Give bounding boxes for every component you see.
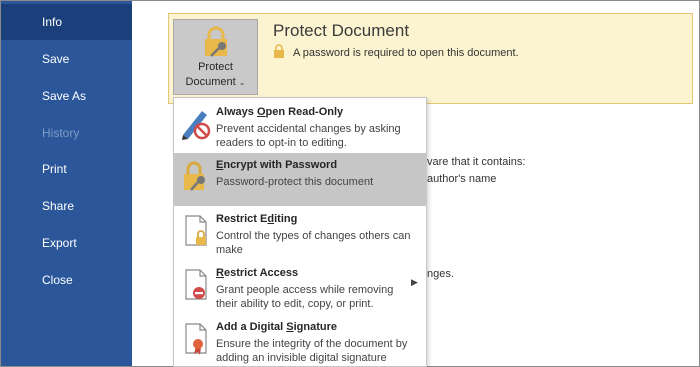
background-text-3: nges. <box>427 268 454 280</box>
lock-key-icon <box>203 26 231 61</box>
nav-item-share[interactable]: Share <box>1 188 132 224</box>
key-lock-icon <box>180 158 212 194</box>
nav-item-history: History <box>42 126 80 140</box>
menu-item-title-pre: Always <box>216 106 257 118</box>
menu-item-description: Prevent accidental changes by asking rea… <box>216 123 401 149</box>
document-lock-icon <box>180 212 212 248</box>
menu-item-restrict-editing[interactable]: Restrict Editing Control the types of ch… <box>174 207 426 260</box>
background-text-1: vare that it contains: <box>427 156 526 168</box>
small-lock-icon <box>273 44 285 61</box>
submenu-arrow-icon: ▶ <box>411 277 418 287</box>
menu-item-title-post: iting <box>274 213 298 225</box>
menu-item-title-post: estrict Access <box>223 267 299 279</box>
menu-item-title-pre: Add a Digital <box>216 321 287 333</box>
banner-message: A password is required to open this docu… <box>293 46 519 59</box>
nav-item-close[interactable]: Close <box>1 262 132 298</box>
menu-item-title-post: ncrypt with Password <box>223 159 338 171</box>
banner-title: Protect Document <box>273 21 410 40</box>
nav-item-export[interactable]: Export <box>1 225 132 261</box>
backstage-nav: Info Save Save As History Print Share Ex… <box>1 1 132 366</box>
protect-button-label-line2: Document <box>185 76 236 88</box>
nav-item-save[interactable]: Save <box>1 41 132 77</box>
protect-document-button[interactable]: Protect Document ⌄ <box>173 19 258 95</box>
chevron-down-icon: ⌄ <box>238 78 246 87</box>
menu-item-restrict-access[interactable]: Restrict Access Grant people access whil… <box>174 261 426 314</box>
menu-item-description: Ensure the integrity of the document by … <box>216 338 408 364</box>
background-text-2: author's name <box>427 173 497 185</box>
nav-item-save-as[interactable]: Save As <box>1 78 132 114</box>
menu-item-add-digital-signature[interactable]: Add a Digital Signature Ensure the integ… <box>174 315 426 367</box>
menu-item-title-accel: S <box>286 321 294 333</box>
nav-item-print[interactable]: Print <box>1 151 132 187</box>
menu-item-title-post: pen Read-Only <box>265 106 344 118</box>
menu-item-title-accel: O <box>256 106 266 118</box>
menu-item-title-accel: R <box>216 267 224 279</box>
menu-item-description: Control the types of changes others can … <box>216 230 411 256</box>
document-no-icon <box>180 266 212 302</box>
menu-item-description: Password-protect this document <box>216 176 374 188</box>
menu-item-encrypt-with-password[interactable]: Encrypt with Password Password-protect t… <box>174 153 426 206</box>
menu-item-always-open-read-only[interactable]: Always Open Read-Only Prevent accidental… <box>174 100 426 153</box>
protect-document-menu: Always Open Read-Only Prevent accidental… <box>173 97 427 367</box>
nav-item-info[interactable]: Info <box>1 4 132 40</box>
menu-item-title-post: ignature <box>293 321 338 333</box>
pencil-no-icon <box>180 105 212 141</box>
menu-item-title-pre: Restrict E <box>216 213 268 225</box>
protect-button-label-line1: Protect <box>198 61 233 73</box>
document-ribbon-icon <box>180 320 212 356</box>
menu-item-description: Grant people access while removing their… <box>216 284 394 310</box>
